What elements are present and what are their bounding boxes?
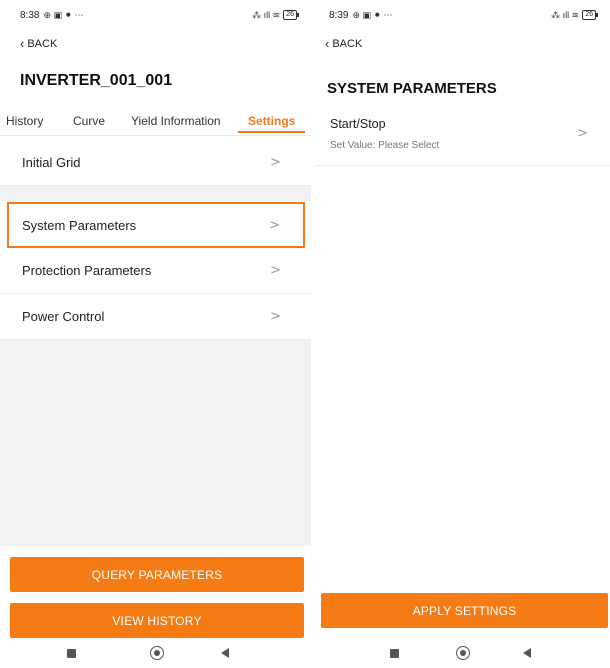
page-title: SYSTEM PARAMETERS (327, 80, 497, 97)
apply-settings-button[interactable]: APPLY SETTINGS (321, 593, 608, 628)
tab-curve[interactable]: Curve (73, 114, 105, 128)
home-circle-icon[interactable] (456, 646, 470, 660)
chevron-right-icon: > (577, 126, 588, 141)
system-nav-bar (0, 638, 311, 668)
status-time: 8:39 (329, 9, 349, 21)
section-divider (0, 186, 311, 201)
battery-icon: 26 (582, 10, 598, 20)
status-bar: 8:39 ⊕ ▣ ⚫ ⋯ ⁂ ıll ≋ 26 (315, 0, 610, 30)
chevron-right-icon: > (270, 155, 281, 170)
menu-item-label: Initial Grid (22, 155, 81, 170)
status-time: 8:38 (20, 9, 40, 21)
signal-icons: ⁂ ıll ≋ (252, 9, 281, 20)
query-parameters-button[interactable]: QUERY PARAMETERS (10, 557, 304, 592)
back-button[interactable]: ‹ BACK (325, 35, 363, 51)
chevron-right-icon: > (269, 217, 280, 233)
tab-yield-information[interactable]: Yield Information (131, 114, 221, 128)
notification-icons: ⊕ ▣ ⚫ ⋯ (43, 9, 84, 20)
menu-item-system-parameters[interactable]: System Parameters > (7, 202, 305, 248)
active-tab-indicator (238, 131, 305, 133)
back-triangle-icon[interactable] (523, 648, 531, 658)
system-parameters-screen: 8:39 ⊕ ▣ ⚫ ⋯ ⁂ ıll ≋ 26 ‹ BACK SYSTEM PA… (315, 0, 610, 668)
menu-item-protection-parameters[interactable]: Protection Parameters > (0, 248, 311, 294)
page-title: INVERTER_001_001 (20, 72, 173, 89)
menu-item-initial-grid[interactable]: Initial Grid > (0, 140, 311, 186)
menu-item-label: System Parameters (22, 217, 137, 233)
system-nav-bar (315, 638, 610, 668)
chevron-right-icon: > (270, 309, 281, 324)
recents-square-icon[interactable] (67, 649, 76, 658)
param-row-start-stop[interactable]: Start/Stop Set Value: Please Select > (315, 108, 610, 166)
chevron-left-icon: ‹ (325, 35, 330, 51)
battery-icon: 26 (283, 10, 299, 20)
menu-item-label: Protection Parameters (22, 263, 152, 278)
param-name: Start/Stop (330, 117, 386, 131)
chevron-left-icon: ‹ (20, 35, 25, 51)
signal-icons: ⁂ ıll ≋ (551, 9, 580, 20)
tab-history[interactable]: History (6, 114, 43, 128)
menu-item-label: Power Control (22, 309, 105, 324)
recents-square-icon[interactable] (390, 649, 399, 658)
notification-icons: ⊕ ▣ ⚫ ⋯ (352, 9, 393, 20)
back-label: BACK (27, 38, 58, 50)
view-history-button[interactable]: VIEW HISTORY (10, 603, 304, 638)
menu-item-power-control[interactable]: Power Control > (0, 294, 311, 340)
home-circle-icon[interactable] (150, 646, 164, 660)
back-button[interactable]: ‹ BACK (20, 35, 58, 51)
chevron-right-icon: > (270, 263, 281, 278)
param-set-value: Set Value: Please Select (330, 140, 440, 151)
tab-settings[interactable]: Settings (248, 114, 295, 128)
empty-area (0, 340, 311, 546)
back-label: BACK (332, 38, 363, 50)
inverter-screen: 8:38 ⊕ ▣ ⚫ ⋯ ⁂ ıll ≋ 26 ‹ BACK INVERTER_… (0, 0, 311, 668)
back-triangle-icon[interactable] (221, 648, 229, 658)
status-bar: 8:38 ⊕ ▣ ⚫ ⋯ ⁂ ıll ≋ 26 (0, 0, 311, 30)
